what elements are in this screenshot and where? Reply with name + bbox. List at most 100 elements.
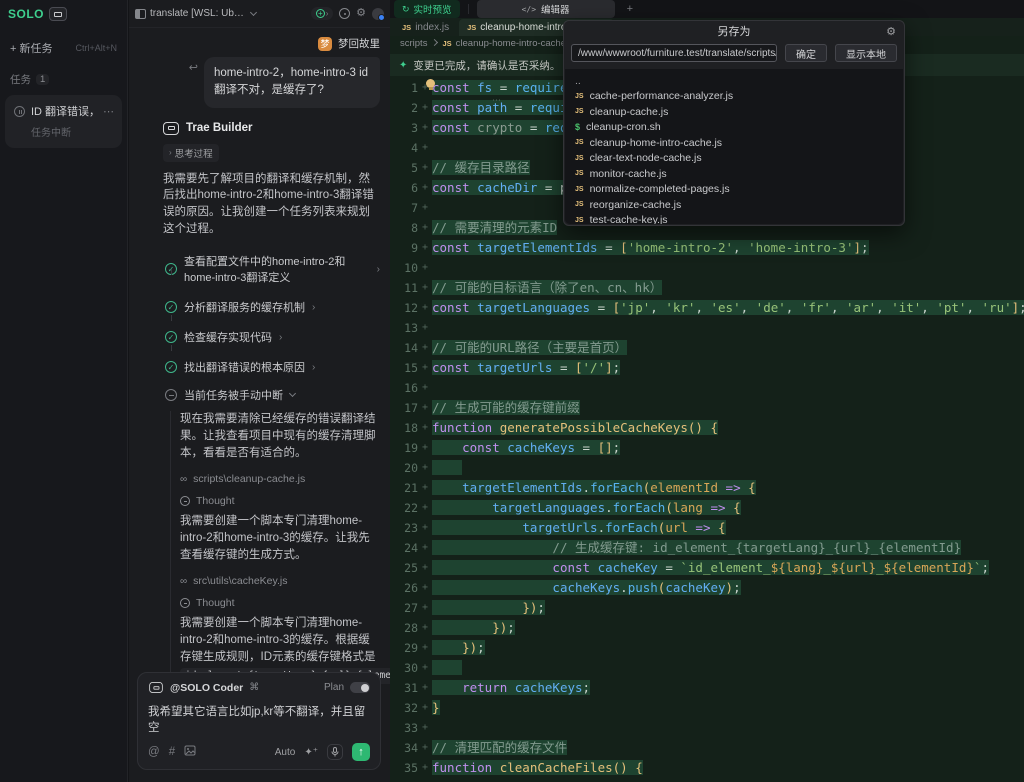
interrupted-row[interactable]: 当前任务被手动中断 xyxy=(165,387,380,403)
code-line[interactable]: 13+ xyxy=(390,318,1024,338)
conversation-scroll[interactable]: 梦 梦回故里 ↩ home-intro-2，home-intro-3 id 翻译… xyxy=(129,28,390,692)
new-task-label: + 新任务 xyxy=(10,40,52,56)
task-step[interactable]: ✓分析翻译服务的缓存机制› xyxy=(165,295,380,325)
js-file-icon: JS xyxy=(575,170,584,177)
code-line[interactable]: 27+ }); xyxy=(390,598,1024,618)
js-file-icon: JS xyxy=(467,23,476,32)
attach-image-icon[interactable] xyxy=(184,745,196,759)
workspace-dropdown-icon[interactable] xyxy=(250,9,257,16)
dialog-file-item[interactable]: JScleanup-home-intro-cache.js xyxy=(575,135,903,151)
agent-shortcut-icon: ⌘ xyxy=(249,682,259,693)
code-line[interactable]: 22+ targetLanguages.forEach(lang => { xyxy=(390,498,1024,518)
collapse-sidebar-icon[interactable] xyxy=(135,9,146,19)
enhance-prompt-icon[interactable]: ✦⁺ xyxy=(304,747,318,758)
code-line[interactable]: 26+ cacheKeys.push(cacheKey); xyxy=(390,578,1024,598)
tab-editor[interactable]: </> 编辑器 xyxy=(477,0,615,18)
new-task-button[interactable]: + 新任务 Ctrl+Alt+N xyxy=(6,34,121,62)
workspace-title[interactable]: translate [WSL: Ubuntu-24... xyxy=(150,8,246,19)
task-step[interactable]: ✓检查缓存实现代码› xyxy=(165,325,380,355)
dialog-file-item[interactable]: $cleanup-cron.sh xyxy=(575,120,903,136)
user-message: home-intro-2，home-intro-3 id 翻译不对，是缓存了? xyxy=(204,57,380,108)
context-icon[interactable]: # xyxy=(169,746,175,758)
add-tab-button[interactable]: + xyxy=(627,3,633,15)
dialog-file-item[interactable]: JScache-performance-analyzer.js xyxy=(575,89,903,105)
chat-history-icon[interactable] xyxy=(339,8,350,19)
new-task-shortcut: Ctrl+Alt+N xyxy=(75,43,117,53)
tasks-count-badge: 1 xyxy=(36,74,49,85)
dialog-file-item[interactable]: .. xyxy=(575,73,903,89)
interrupted-icon xyxy=(165,389,177,401)
code-line[interactable]: 33+ xyxy=(390,718,1024,738)
dialog-file-item[interactable]: JSreorganize-cache.js xyxy=(575,197,903,213)
tab-live-preview[interactable]: ↻ 实时预览 xyxy=(394,0,460,18)
code-line[interactable]: 32+} xyxy=(390,698,1024,718)
code-line[interactable]: 16+ xyxy=(390,378,1024,398)
code-line[interactable]: 15+const targetUrls = ['/']; xyxy=(390,358,1024,378)
code-icon: </> xyxy=(522,5,536,14)
code-line[interactable]: 25+ const cacheKey = `id_element_${lang}… xyxy=(390,558,1024,578)
code-line[interactable]: 35+function cleanCacheFiles() { xyxy=(390,758,1024,778)
dialog-settings-icon[interactable]: ⚙ xyxy=(886,25,896,38)
restore-checkpoint-icon[interactable]: ↩ xyxy=(189,61,198,74)
code-line[interactable]: 21+ targetElementIds.forEach(elementId =… xyxy=(390,478,1024,498)
code-line[interactable]: 9+const targetElementIds = ['home-intro-… xyxy=(390,238,1024,258)
thought-icon xyxy=(180,496,190,506)
code-line[interactable]: 23+ targetUrls.forEach(url => { xyxy=(390,518,1024,538)
code-line[interactable]: 14+// 可能的URL路径（主要是首页） xyxy=(390,338,1024,358)
dialog-file-item[interactable]: JSclear-text-node-cache.js xyxy=(575,151,903,167)
task-menu-button[interactable]: ⋯ xyxy=(103,105,114,118)
send-button[interactable]: ↑ xyxy=(352,743,370,761)
task-title: ID 翻译错误，缓存问题 xyxy=(31,103,97,119)
code-line[interactable]: 30+ xyxy=(390,658,1024,678)
account-avatar[interactable] xyxy=(372,8,384,20)
viewed-file-row[interactable]: ∞ scripts\cleanup-cache.js xyxy=(180,473,380,485)
code-line[interactable]: 11+// 可能的目标语言（除了en、cn、hk） xyxy=(390,278,1024,298)
show-local-button[interactable]: 显示本地 xyxy=(835,44,897,62)
js-file-icon: JS xyxy=(575,108,584,115)
mention-icon[interactable]: @ xyxy=(148,746,160,758)
dialog-file-item[interactable]: JScleanup-cache.js xyxy=(575,104,903,120)
viewed-file-row[interactable]: ∞ src\utils\cacheKey.js xyxy=(180,575,380,587)
mic-button[interactable] xyxy=(327,744,343,760)
lightbulb-icon[interactable] xyxy=(426,79,435,88)
code-line[interactable]: 10+ xyxy=(390,258,1024,278)
code-line[interactable]: 18+function generatePossibleCacheKeys() … xyxy=(390,418,1024,438)
task-status: 任务中断 xyxy=(31,124,114,139)
dialog-file-item[interactable]: JStest-cache-key.js xyxy=(575,213,903,225)
code-line[interactable]: 28+ }); xyxy=(390,618,1024,638)
plan-label: Plan xyxy=(324,682,344,693)
step-done-icon: ✓ xyxy=(165,263,177,275)
file-tab[interactable]: JSindex.js xyxy=(394,19,457,36)
chat-input-card[interactable]: @SOLO Coder ⌘ Plan 我希望其它语言比如jp,kr等不翻译，并且… xyxy=(137,672,381,770)
new-chat-button[interactable]: +› xyxy=(311,7,333,20)
task-step[interactable]: ✓找出翻译错误的根本原因› xyxy=(165,355,380,385)
js-file-icon: JS xyxy=(575,139,584,146)
model-auto-label[interactable]: Auto xyxy=(275,747,296,758)
code-line[interactable]: 20+ xyxy=(390,458,1024,478)
plan-toggle[interactable] xyxy=(350,682,370,693)
thinking-process-chip[interactable]: ›思考过程 xyxy=(163,144,219,162)
confirm-button[interactable]: 确定 xyxy=(785,44,827,62)
thought-row[interactable]: Thought xyxy=(180,597,380,609)
thought-row[interactable]: Thought xyxy=(180,495,380,507)
js-file-icon: JS xyxy=(575,186,584,193)
settings-gear-icon[interactable]: ⚙ xyxy=(356,8,366,19)
agent-selector[interactable]: @SOLO Coder xyxy=(170,682,243,694)
code-line[interactable]: 12+const targetLanguages = ['jp', 'kr', … xyxy=(390,298,1024,318)
dialog-file-item[interactable]: JSnormalize-completed-pages.js xyxy=(575,182,903,198)
dialog-file-item[interactable]: JSmonitor-cache.js xyxy=(575,166,903,182)
task-item[interactable]: ID 翻译错误，缓存问题 ⋯ 任务中断 xyxy=(5,95,122,148)
code-line[interactable]: 29+ }); xyxy=(390,638,1024,658)
task-step[interactable]: ✓查看配置文件中的home-intro-2和home-intro-3翻译定义› xyxy=(165,249,380,295)
code-line[interactable]: 17+// 生成可能的缓存键前缀 xyxy=(390,398,1024,418)
dialog-title: 另存为 xyxy=(718,23,751,39)
code-line[interactable]: 24+ // 生成缓存键: id_element_{targetLang}_{u… xyxy=(390,538,1024,558)
code-line[interactable]: 31+ return cacheKeys; xyxy=(390,678,1024,698)
save-path-input[interactable]: /www/wwwroot/furniture.test/translate/sc… xyxy=(571,44,777,62)
solo-logo: SOLO xyxy=(8,7,44,21)
code-line[interactable]: 34+// 清理匹配的缓存文件 xyxy=(390,738,1024,758)
step-done-icon: ✓ xyxy=(165,301,177,313)
sparkle-icon: ✦ xyxy=(399,60,407,71)
code-line[interactable]: 19+ const cacheKeys = []; xyxy=(390,438,1024,458)
message-input[interactable]: 我希望其它语言比如jp,kr等不翻译，并且留空 xyxy=(148,703,370,735)
